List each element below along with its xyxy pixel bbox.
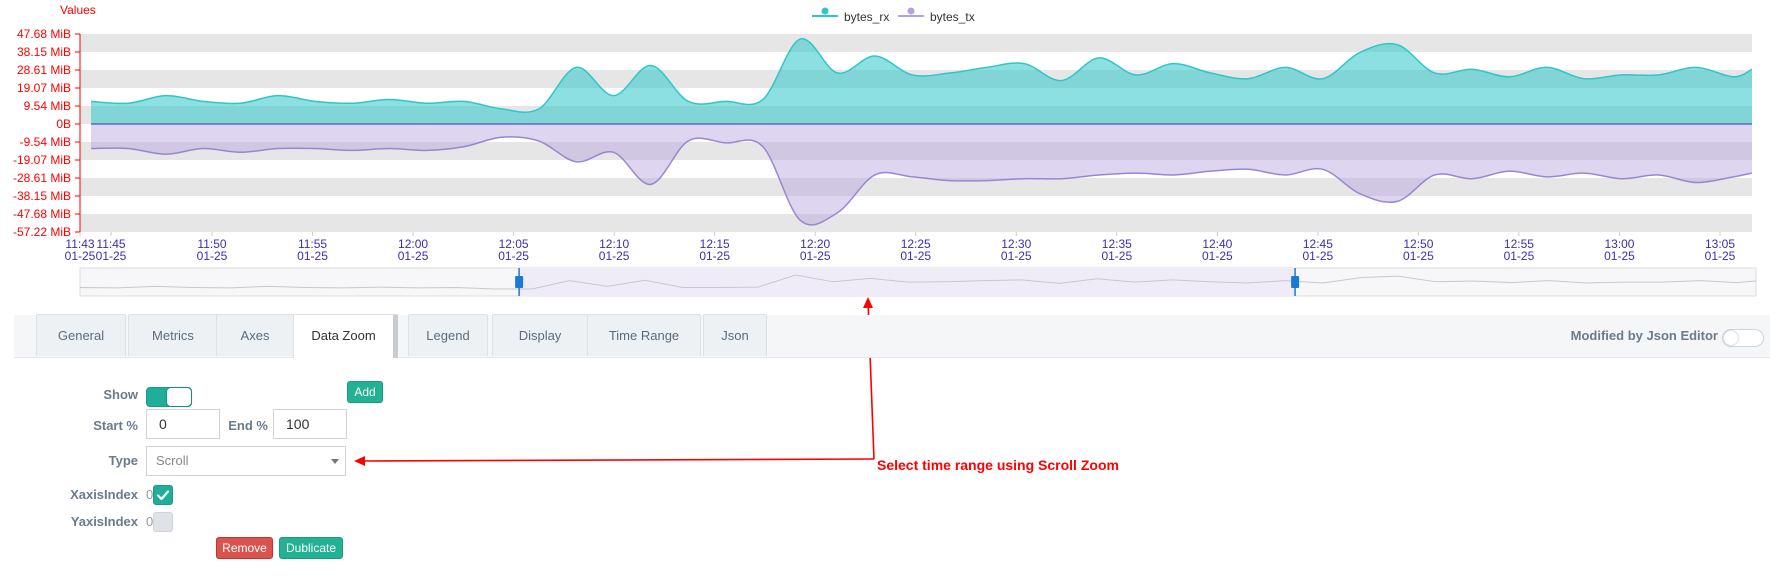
x-tick-date: 01-25 xyxy=(1101,249,1132,263)
x-tick-date: 01-25 xyxy=(800,249,831,263)
zoom-end-handle xyxy=(1291,276,1300,288)
legend-marker-bytes_rx xyxy=(821,7,829,15)
tab-metrics[interactable]: Metrics xyxy=(128,314,218,356)
y-axis-name: Values xyxy=(60,3,96,17)
y-tick-label: 38.15 MiB xyxy=(17,45,71,59)
y-tick-label: -19.07 MiB xyxy=(13,153,71,167)
tab-legend[interactable]: Legend xyxy=(408,314,488,356)
y-tick-label: 19.07 MiB xyxy=(17,81,71,95)
duplicate-button[interactable]: Dublicate xyxy=(279,537,343,559)
x-tick-date: 01-25 xyxy=(1403,249,1434,263)
tab-axes[interactable]: Axes xyxy=(216,314,294,356)
tab-general[interactable]: General xyxy=(36,314,126,356)
x-tick-date: 01-25 xyxy=(1504,249,1535,263)
x-tick-date: 01-25 xyxy=(699,249,730,263)
tab-time-range[interactable]: Time Range xyxy=(587,314,701,356)
end-pct-label: End % xyxy=(228,418,268,433)
x-tick-date: 01-25 xyxy=(197,249,228,263)
start-pct-input[interactable]: 0 xyxy=(146,409,220,439)
zoom-start-handle xyxy=(515,276,524,288)
y-tick-label: 0B xyxy=(56,117,71,131)
xaxis-index-checkbox[interactable] xyxy=(153,485,173,505)
tab-data-zoom[interactable]: Data Zoom xyxy=(293,314,398,358)
y-tick-label: -28.61 MiB xyxy=(13,171,71,185)
arrow-head-left xyxy=(354,456,365,466)
yaxis-index-checkbox[interactable] xyxy=(153,512,173,532)
arrow-to-type-select xyxy=(361,458,875,462)
start-pct-label: Start % xyxy=(93,418,138,433)
x-tick-date: 01-25 xyxy=(1001,249,1032,263)
y-tick-label: -57.22 MiB xyxy=(13,225,71,239)
x-tick-date: 01-25 xyxy=(1604,249,1635,263)
end-pct-input[interactable]: 100 xyxy=(273,409,347,439)
x-tick-date: 01-25 xyxy=(900,249,931,263)
check-icon xyxy=(156,490,170,501)
modified-toggle[interactable] xyxy=(1722,329,1764,347)
x-tick-date: 01-25 xyxy=(1705,249,1736,263)
x-tick-date: 01-25 xyxy=(599,249,630,263)
legend-marker-bytes_tx xyxy=(907,7,915,15)
tab-json[interactable]: Json xyxy=(703,314,767,356)
x-tick-date: 01-25 xyxy=(1202,249,1233,263)
x-tick-date: 01-25 xyxy=(96,249,127,263)
x-tick-date: 01-25 xyxy=(65,249,96,263)
x-tick-date: 01-25 xyxy=(398,249,429,263)
y-tick-label: 28.61 MiB xyxy=(17,63,71,77)
timeseries-chart: 47.68 MiB 38.15 MiB 28.61 MiB 19.07 MiB 9.54… xyxy=(13,3,1757,297)
type-select-value: Scroll xyxy=(156,453,189,468)
settings-tabs-bar: General Metrics Axes Data Zoom Legend Di… xyxy=(14,314,1770,358)
tab-display[interactable]: Display xyxy=(492,314,588,356)
y-tick-label: 9.54 MiB xyxy=(24,99,71,113)
annotation-text: Select time range using Scroll Zoom xyxy=(877,457,1119,473)
yaxis-index-label: YaxisIndex xyxy=(70,514,138,529)
series-area-bytes-tx xyxy=(91,123,1752,225)
legend-label-bytes_tx: bytes_tx xyxy=(930,10,975,24)
x-tick-date: 01-25 xyxy=(1303,249,1334,263)
xaxis-index-label: XaxisIndex xyxy=(70,487,138,502)
y-tick-label: -47.68 MiB xyxy=(13,207,71,221)
y-tick-label: -9.54 MiB xyxy=(20,135,71,149)
grid-band xyxy=(80,178,1752,196)
y-tick-label: -38.15 MiB xyxy=(13,189,71,203)
y-tick-label: 47.68 MiB xyxy=(17,27,71,41)
x-tick-date: 01-25 xyxy=(498,249,529,263)
remove-button[interactable]: Remove xyxy=(216,537,273,559)
type-select[interactable]: Scroll xyxy=(146,446,346,476)
show-toggle[interactable] xyxy=(146,387,192,407)
type-label: Type xyxy=(108,453,138,468)
grid-band xyxy=(80,34,1752,52)
grid-band xyxy=(80,214,1752,232)
x-tick-date: 01-25 xyxy=(297,249,328,263)
legend-label-bytes_rx: bytes_rx xyxy=(844,10,889,24)
toggle-knob xyxy=(167,388,191,406)
chevron-down-icon xyxy=(331,459,339,464)
add-button[interactable]: Add xyxy=(347,381,383,403)
show-label: Show xyxy=(103,387,138,402)
modified-label: Modified by Json Editor xyxy=(1570,328,1718,343)
